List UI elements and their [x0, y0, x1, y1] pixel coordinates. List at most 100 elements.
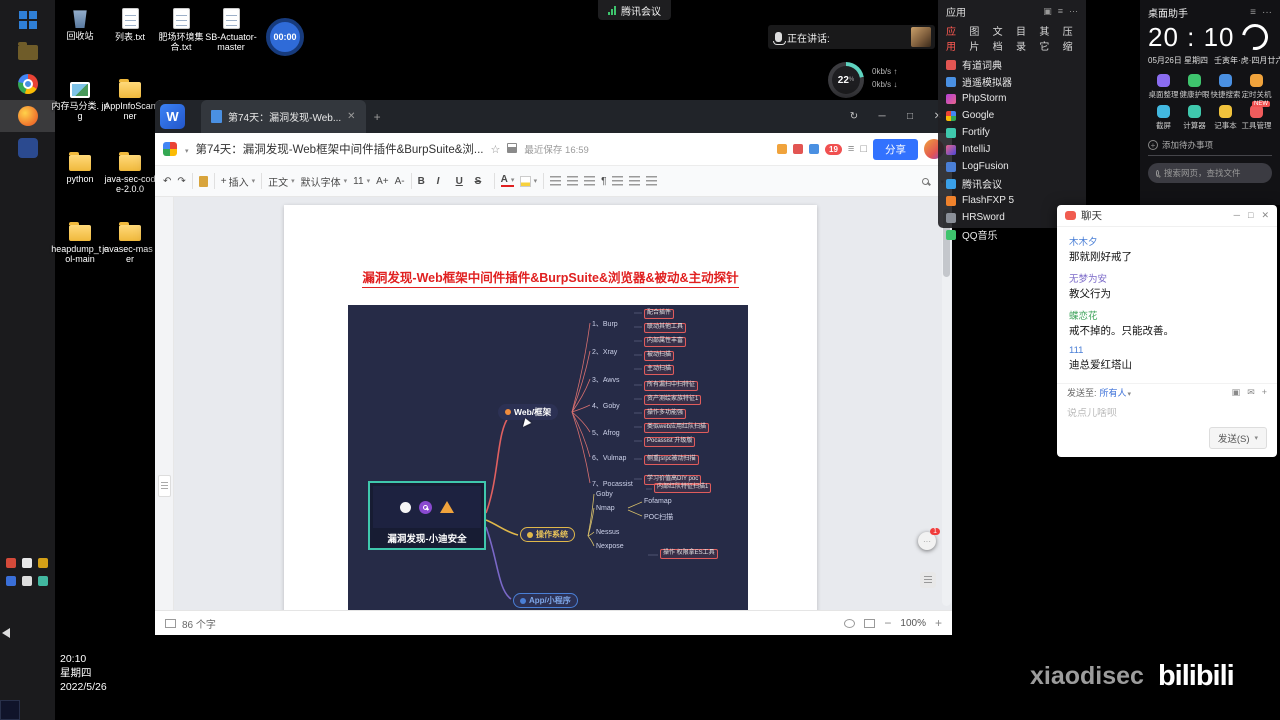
- windows-start-button[interactable]: [0, 4, 55, 36]
- font-family-select[interactable]: 默认字体: [301, 174, 348, 189]
- tray-icon[interactable]: [38, 576, 48, 586]
- mindmap-image[interactable]: 漏洞发现-小迪安全 Web/框架 1、Burp 2、Xray 3、Awvs 4、…: [348, 305, 748, 610]
- bold-button[interactable]: B: [418, 176, 431, 187]
- shortcut-quick-search[interactable]: 快捷搜索: [1210, 74, 1241, 100]
- home-menu-caret[interactable]: [184, 140, 189, 158]
- add-todo-row[interactable]: + 添加待办事项: [1148, 139, 1272, 156]
- chat-input[interactable]: [1067, 408, 1267, 419]
- underline-button[interactable]: U: [456, 176, 469, 187]
- tray-icon[interactable]: [6, 576, 16, 586]
- home-menu-icon[interactable]: [163, 142, 177, 156]
- send-to-select[interactable]: 所有人: [1100, 386, 1132, 399]
- shortcut-notepad[interactable]: 记事本: [1210, 105, 1241, 131]
- refresh-icon[interactable]: ↻: [840, 100, 868, 133]
- clipboard-icon[interactable]: ▣: [1232, 387, 1241, 398]
- app-list-item[interactable]: IntelliJ: [946, 141, 1078, 158]
- taskbar-folder-button[interactable]: [0, 36, 55, 68]
- strikethrough-button[interactable]: S: [475, 176, 488, 187]
- outline-tab-button[interactable]: [157, 475, 171, 497]
- zoom-out-button[interactable]: −: [884, 616, 891, 630]
- font-size-select[interactable]: 11: [353, 176, 370, 187]
- reader-mode-icon[interactable]: □: [860, 143, 867, 155]
- shortcut-tool-manager[interactable]: 工具管理 NEW: [1241, 101, 1272, 131]
- format-painter-button[interactable]: [198, 175, 208, 187]
- shortcut-eye-protection[interactable]: 健康护眼: [1179, 74, 1210, 100]
- app-list-item[interactable]: PhpStorm: [946, 90, 1078, 107]
- search-input[interactable]: [1164, 168, 1264, 178]
- zoom-in-button[interactable]: +: [935, 616, 942, 630]
- number-list-icon[interactable]: [567, 176, 579, 186]
- app-list-item[interactable]: 有道词典: [946, 56, 1078, 73]
- desktop-icon-file[interactable]: 列表.txt: [101, 8, 159, 42]
- wps-document-page[interactable]: 漏洞发现-Web框架中间件插件&BurpSuite&浏览器&被动&主动探针 漏洞…: [284, 205, 817, 610]
- tray-icon[interactable]: [22, 558, 32, 568]
- tray-icon[interactable]: [22, 576, 32, 586]
- assistant-search-box[interactable]: [1148, 163, 1272, 183]
- insert-menu[interactable]: + 插入: [221, 174, 255, 189]
- mail-icon[interactable]: ✉: [1247, 387, 1255, 398]
- send-button[interactable]: 发送(S): [1208, 427, 1267, 449]
- wps-titlebar[interactable]: W 第74天：漏洞发现-Web... ✕ + ↻ ─ □ ✕: [155, 100, 952, 133]
- maximize-button[interactable]: □: [896, 100, 924, 133]
- page-view-icon[interactable]: [844, 618, 856, 628]
- desktop-icon-folder[interactable]: SB-Actuator- master: [202, 8, 260, 53]
- desktop-icon-folder[interactable]: javasec-mas ter: [101, 222, 159, 265]
- tab-pictures[interactable]: 图片: [969, 23, 984, 53]
- tab-others[interactable]: 其它: [1039, 23, 1054, 53]
- paragraph-style-select[interactable]: 正文: [268, 174, 295, 189]
- maximize-button[interactable]: □: [1248, 210, 1253, 221]
- tray-icon[interactable]: [38, 558, 48, 568]
- minimize-button[interactable]: ─: [868, 100, 896, 133]
- tab-documents[interactable]: 文档: [993, 23, 1008, 53]
- shortcut-calculator[interactable]: 计算器: [1179, 105, 1210, 131]
- tab-directories[interactable]: 目录: [1016, 23, 1031, 53]
- vip-icon[interactable]: [793, 144, 804, 154]
- share-button[interactable]: 分享: [873, 138, 918, 160]
- star-icon[interactable]: ☆: [491, 143, 501, 156]
- minimize-button[interactable]: ─: [1234, 210, 1240, 221]
- tab-archives[interactable]: 压缩: [1063, 23, 1078, 53]
- shrink-font-button[interactable]: A-: [395, 176, 405, 187]
- more-icon[interactable]: ···: [1069, 6, 1078, 17]
- cloud-icon[interactable]: [809, 144, 820, 154]
- vertical-scrollbar[interactable]: [942, 201, 951, 606]
- fullscreen-icon[interactable]: [864, 618, 876, 628]
- app-list-item[interactable]: 腾讯会议: [946, 175, 1078, 192]
- list-view-icon[interactable]: ≡: [1058, 6, 1063, 17]
- align-left-icon[interactable]: [612, 176, 624, 186]
- volume-icon[interactable]: [2, 628, 10, 638]
- settings-icon[interactable]: ···: [1262, 7, 1272, 18]
- floating-widget-button[interactable]: ··· 1: [918, 528, 940, 550]
- menu-icon[interactable]: ≡: [848, 143, 854, 155]
- app-list-item[interactable]: Google: [946, 107, 1078, 124]
- add-person-icon[interactable]: +: [1262, 387, 1267, 398]
- taskbar-chrome-button[interactable]: [0, 68, 55, 100]
- app-list-item[interactable]: LogFusion: [946, 158, 1078, 175]
- taskbar-active-app-button[interactable]: [0, 100, 55, 132]
- tab-apps[interactable]: 应用: [946, 23, 961, 53]
- floating-panel-button[interactable]: [920, 572, 936, 588]
- performance-gauge[interactable]: 22%: [828, 62, 864, 98]
- redo-button[interactable]: ↷: [177, 176, 185, 187]
- tab-close-icon[interactable]: ✕: [347, 111, 355, 122]
- taskbar-app-button[interactable]: [0, 132, 55, 164]
- checklist-icon[interactable]: [584, 176, 596, 186]
- align-center-icon[interactable]: [629, 176, 641, 186]
- shortcut-desktop-organize[interactable]: 桌面整理: [1148, 74, 1179, 100]
- meeting-timer-button[interactable]: 00:00: [266, 18, 304, 56]
- tray-icon[interactable]: [6, 558, 16, 568]
- grid-view-icon[interactable]: ▣: [1043, 6, 1052, 17]
- highlight-button[interactable]: [519, 175, 538, 187]
- shortcut-screenshot[interactable]: 截屏: [1148, 105, 1179, 131]
- find-icon[interactable]: [922, 177, 930, 185]
- italic-button[interactable]: I: [437, 176, 450, 187]
- app-list-item[interactable]: 逍遥模拟器: [946, 73, 1078, 90]
- desktop-icon-folder[interactable]: AppInfoScan ner: [101, 79, 159, 122]
- chat-titlebar[interactable]: 聊天 ─ □ ✕: [1057, 205, 1277, 227]
- outline-view-icon[interactable]: [165, 618, 176, 628]
- notification-badge[interactable]: 19: [825, 143, 842, 155]
- bullet-list-icon[interactable]: [550, 176, 562, 186]
- close-button[interactable]: ✕: [1261, 210, 1269, 221]
- save-icon[interactable]: [507, 142, 518, 156]
- font-color-button[interactable]: A: [500, 175, 514, 187]
